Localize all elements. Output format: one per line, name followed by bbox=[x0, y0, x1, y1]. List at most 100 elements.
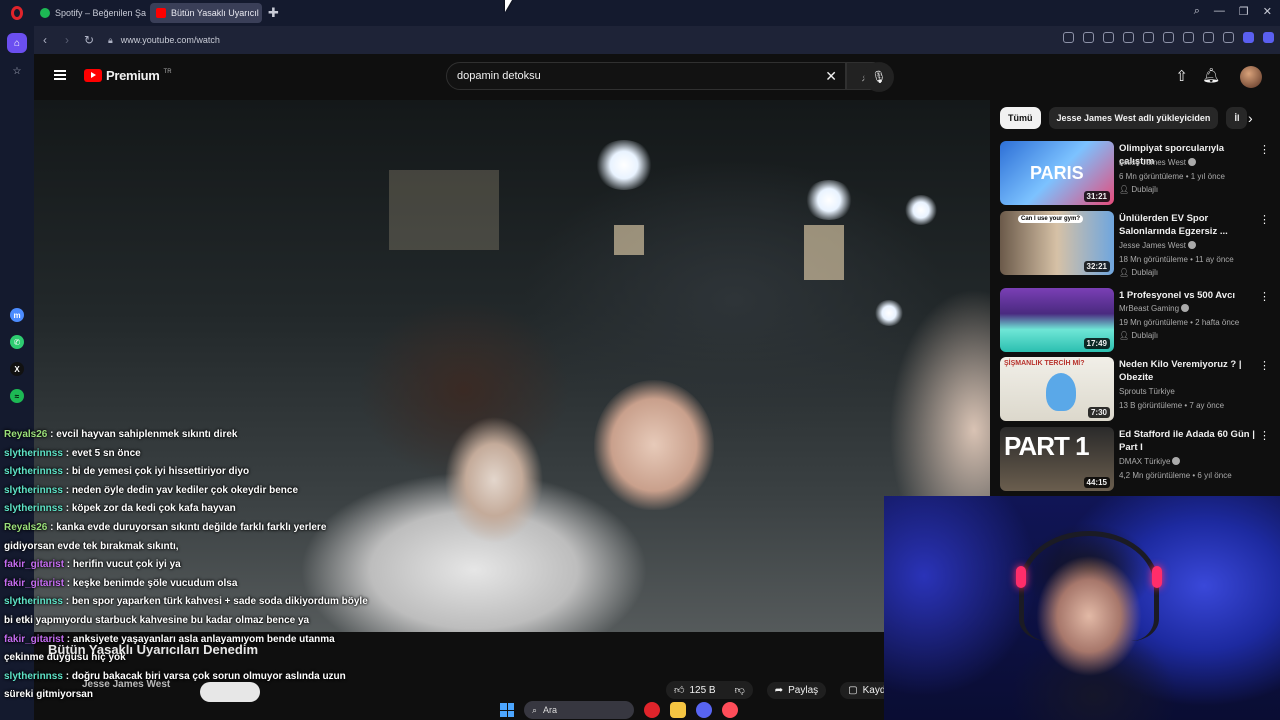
bell-icon[interactable]: 🔔︎ bbox=[1202, 67, 1220, 84]
messenger-icon[interactable]: m bbox=[7, 305, 27, 325]
rec-channel[interactable]: Jesse James West bbox=[1119, 158, 1196, 167]
shield-icon[interactable] bbox=[1103, 32, 1114, 43]
chat-username[interactable]: slytherinnss bbox=[4, 503, 63, 514]
chat-username[interactable]: Reyals26 bbox=[4, 522, 47, 533]
opera-taskbar-icon[interactable] bbox=[644, 702, 660, 718]
more-options-icon[interactable]: ⋮ bbox=[1259, 429, 1270, 442]
spotify-icon bbox=[40, 8, 50, 18]
chat-username[interactable]: slytherinnss bbox=[4, 448, 63, 459]
tab-spotify[interactable]: Spotify – Beğenilen Şarkıl bbox=[34, 3, 146, 23]
chat-username[interactable]: fakir_gitarist bbox=[4, 559, 64, 570]
ai-icon[interactable] bbox=[1263, 32, 1274, 43]
chat-username[interactable]: fakir_gitarist bbox=[4, 578, 64, 589]
new-tab-button[interactable]: ✚ bbox=[268, 5, 279, 21]
x-icon[interactable]: X bbox=[7, 359, 27, 379]
chat-username[interactable]: slytherinnss bbox=[4, 596, 63, 607]
chip-all[interactable]: Tümü bbox=[1000, 107, 1041, 129]
rec-title[interactable]: 1 Profesyonel vs 500 Avcı bbox=[1119, 289, 1259, 302]
recommendation-item[interactable]: PARIS 31:21 Olimpiyat sporcularıyla çalı… bbox=[1000, 141, 1270, 207]
chat-message: slytherinnss : bi de yemesi çok iyi hiss… bbox=[0, 463, 400, 482]
profile-icon[interactable] bbox=[1223, 32, 1234, 43]
recommendation-item[interactable]: Can I use your gym? 32:21 Ünlülerden EV … bbox=[1000, 211, 1270, 277]
chat-username[interactable]: slytherinnss bbox=[4, 466, 63, 477]
home-icon[interactable]: ⌂ bbox=[7, 33, 27, 53]
channel-name[interactable]: Jesse James West bbox=[82, 679, 170, 690]
chip-uploader[interactable]: Jesse James West adlı yükleyiciden bbox=[1048, 107, 1219, 129]
url-field[interactable]: www.youtube.com/watch bbox=[121, 35, 220, 45]
rec-channel[interactable]: Jesse James West bbox=[1119, 241, 1196, 250]
rec-badge: 👤︎ Dublajlı bbox=[1119, 268, 1159, 277]
rec-channel[interactable]: DMAX Türkiye bbox=[1119, 457, 1181, 466]
video-thumbnail[interactable]: 17:49 bbox=[1000, 288, 1114, 352]
video-thumbnail[interactable]: PART 1 44:15 bbox=[1000, 427, 1114, 491]
whatsapp-icon[interactable]: ✆ bbox=[7, 332, 27, 352]
tab-youtube[interactable]: Bütün Yasaklı Uyarıcıl bbox=[150, 3, 262, 23]
taskbar-search[interactable]: ⌕ Ara bbox=[524, 701, 634, 719]
close-icon[interactable]: ✕ bbox=[1263, 5, 1272, 18]
share-button[interactable]: ➦ Paylaş bbox=[766, 681, 827, 699]
windows-start-icon[interactable] bbox=[500, 703, 514, 717]
duration: 7:30 bbox=[1087, 407, 1110, 418]
hamburger-menu-icon[interactable] bbox=[54, 70, 66, 80]
rec-title[interactable]: Neden Kilo Veremiyoruz ? | Obezite bbox=[1119, 358, 1259, 384]
chip-related[interactable]: İl bbox=[1226, 107, 1248, 129]
like-button[interactable]: 👍︎ 125 B 👎︎ bbox=[666, 681, 753, 699]
rec-channel[interactable]: MrBeast Gaming bbox=[1119, 304, 1190, 313]
chat-separator: : bbox=[62, 596, 72, 608]
recommendation-item[interactable]: ŞİŞMANLIK TERCİH Mİ? 7:30 Neden Kilo Ver… bbox=[1000, 357, 1270, 423]
settings-icon[interactable] bbox=[1123, 32, 1134, 43]
more-options-icon[interactable]: ⋮ bbox=[1259, 213, 1270, 226]
tab-label: Bütün Yasaklı Uyarıcıl bbox=[171, 8, 259, 18]
heart-icon[interactable] bbox=[1163, 32, 1174, 43]
more-options-icon[interactable]: ⋮ bbox=[1259, 143, 1270, 156]
chevron-right-icon[interactable]: › bbox=[1248, 110, 1253, 126]
rec-meta: 6 Mn görüntüleme • 1 yıl önce bbox=[1119, 172, 1225, 181]
recommendation-item[interactable]: PART 1 44:15 Ed Stafford ile Adada 60 Gü… bbox=[1000, 427, 1270, 493]
avatar[interactable] bbox=[1240, 66, 1262, 88]
video-title: Bütün Yasaklı Uyarıcıları Denedim bbox=[48, 642, 259, 657]
dislike-icon[interactable]: 👎︎ bbox=[735, 684, 745, 696]
reload-icon[interactable]: ↻ bbox=[78, 33, 100, 47]
video-light bbox=[904, 195, 938, 225]
play-icon[interactable] bbox=[1143, 32, 1154, 43]
rec-title[interactable]: Ed Stafford ile Adada 60 Gün | Part I bbox=[1119, 428, 1259, 454]
search-tabs-icon[interactable]: ⌕ bbox=[1194, 5, 1200, 18]
video-thumbnail[interactable]: ŞİŞMANLIK TERCİH Mİ? 7:30 bbox=[1000, 357, 1114, 421]
chat-text: kanka evde duruyorsan sıkıntı değilde fa… bbox=[56, 521, 327, 533]
video-thumbnail[interactable]: PARIS 31:21 bbox=[1000, 141, 1114, 205]
download-icon[interactable] bbox=[1183, 32, 1194, 43]
more-options-icon[interactable]: ⋮ bbox=[1259, 290, 1270, 303]
camera-icon[interactable] bbox=[1083, 32, 1094, 43]
rec-title[interactable]: Ünlülerden EV Spor Salonlarında Egzersiz… bbox=[1119, 212, 1259, 238]
forward-icon[interactable]: › bbox=[56, 33, 78, 47]
chat-message: slytherinnss : doğru bakacak biri varsa … bbox=[0, 668, 400, 687]
screen: Spotify – Beğenilen Şarkıl Bütün Yasaklı… bbox=[0, 0, 1280, 720]
recommendation-item[interactable]: 17:49 1 Profesyonel vs 500 Avcı MrBeast … bbox=[1000, 288, 1270, 354]
taskbar-search-label: Ara bbox=[543, 705, 558, 715]
more-options-icon[interactable]: ⋮ bbox=[1259, 359, 1270, 372]
video-thumbnail[interactable]: Can I use your gym? 32:21 bbox=[1000, 211, 1114, 275]
chat-text: neden öyle dedin yav kediler çok okeydir… bbox=[71, 484, 299, 496]
subscribe-button[interactable] bbox=[200, 682, 260, 702]
upload-icon[interactable]: ⇧ bbox=[1175, 67, 1188, 85]
extensions-icon[interactable] bbox=[1243, 32, 1254, 43]
spotify-sidebar-icon[interactable]: ≈ bbox=[7, 386, 27, 406]
back-icon[interactable]: ‹ bbox=[34, 33, 56, 47]
youtube-logo[interactable]: Premium TR bbox=[84, 68, 172, 83]
chat-username[interactable]: Reyals26 bbox=[4, 429, 47, 440]
microphone-icon[interactable]: 🎙︎ bbox=[864, 62, 894, 92]
chat-username[interactable]: slytherinnss bbox=[4, 671, 63, 682]
maximize-icon[interactable]: ❐ bbox=[1239, 5, 1249, 18]
menu-icon[interactable] bbox=[1203, 32, 1214, 43]
opera-logo[interactable] bbox=[0, 0, 34, 26]
clear-search-icon[interactable]: ✕ bbox=[825, 68, 837, 85]
edit-icon[interactable] bbox=[1063, 32, 1074, 43]
chat-username[interactable]: slytherinnss bbox=[4, 485, 63, 496]
folder-icon[interactable] bbox=[670, 702, 686, 718]
search-input[interactable]: dopamin detoksu ✕ bbox=[446, 62, 846, 90]
minimize-icon[interactable]: — bbox=[1214, 5, 1225, 18]
star-icon[interactable]: ☆ bbox=[7, 61, 27, 81]
discord-icon[interactable] bbox=[696, 702, 712, 718]
rec-channel[interactable]: Sprouts Türkiye bbox=[1119, 387, 1175, 396]
app-icon[interactable] bbox=[722, 702, 738, 718]
